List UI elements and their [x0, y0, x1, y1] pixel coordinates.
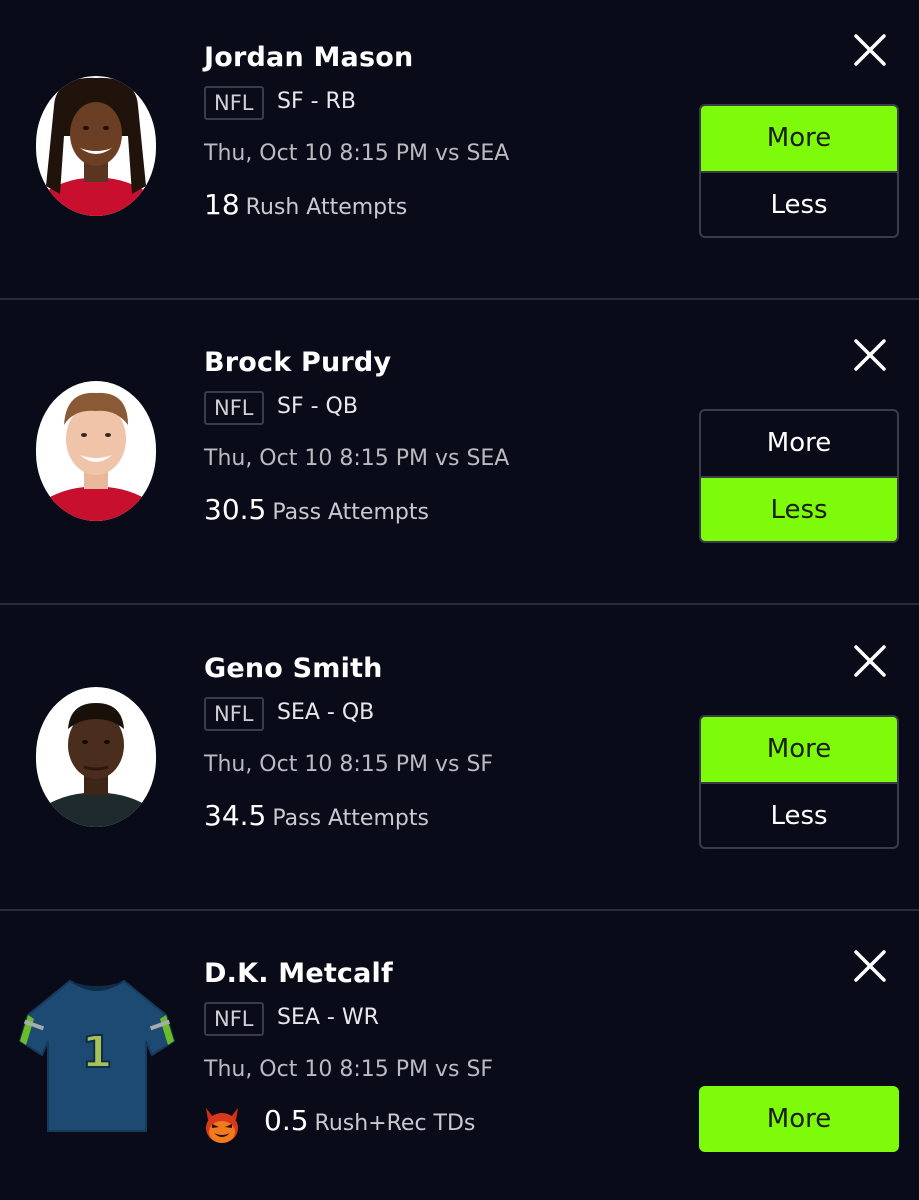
projection-line: 34.5 Pass Attempts [204, 799, 429, 832]
line-value: 34.5 [204, 799, 267, 832]
more-less-toggle: More Less [699, 715, 899, 849]
team-position: SEA - WR [277, 1005, 379, 1030]
game-time: Thu, Oct 10 8:15 PM vs SEA [204, 141, 510, 166]
close-icon[interactable] [852, 337, 888, 373]
team-position: SEA - QB [277, 700, 375, 725]
game-time: Thu, Oct 10 8:15 PM vs SF [204, 752, 494, 777]
stat-type: Rush Attempts [245, 195, 408, 220]
less-button[interactable]: Less [701, 476, 897, 541]
team-position: SF - QB [277, 394, 358, 419]
league-badge: NFL [204, 86, 264, 120]
projection-line: 0.5 Rush+Rec TDs [264, 1104, 475, 1137]
jersey-number: 1 [82, 1027, 113, 1078]
league-badge: NFL [204, 697, 264, 731]
more-less-toggle: More Less [699, 409, 899, 543]
player-name: D.K. Metcalf [204, 958, 393, 989]
league-badge: NFL [204, 1002, 264, 1036]
game-time: Thu, Oct 10 8:15 PM vs SEA [204, 446, 510, 471]
player-avatar [36, 76, 156, 216]
more-button[interactable]: More [701, 717, 897, 782]
league-badge: NFL [204, 391, 264, 425]
player-name: Brock Purdy [204, 347, 392, 378]
stat-type: Pass Attempts [272, 500, 429, 525]
pick-card: Jordan Mason NFL SF - RB Thu, Oct 10 8:1… [0, 0, 919, 300]
jersey-icon: 1 [18, 979, 176, 1132]
stat-type: Pass Attempts [272, 806, 429, 831]
demon-icon [206, 1108, 238, 1143]
player-name: Jordan Mason [204, 42, 414, 73]
player-name: Geno Smith [204, 653, 383, 684]
more-button[interactable]: More [701, 106, 897, 171]
pick-card: Brock Purdy NFL SF - QB Thu, Oct 10 8:15… [0, 305, 919, 605]
stat-type: Rush+Rec TDs [314, 1111, 476, 1136]
more-button[interactable]: More [699, 1086, 899, 1152]
close-icon[interactable] [852, 32, 888, 68]
less-button[interactable]: Less [701, 171, 897, 236]
player-avatar [36, 687, 156, 827]
pick-card: Geno Smith NFL SEA - QB Thu, Oct 10 8:15… [0, 611, 919, 911]
projection-line: 18 Rush Attempts [204, 188, 407, 221]
player-avatar [36, 381, 156, 521]
line-value: 30.5 [204, 493, 267, 526]
less-button[interactable]: Less [701, 782, 897, 847]
close-icon[interactable] [852, 643, 888, 679]
line-value: 0.5 [264, 1104, 309, 1137]
more-less-toggle: More Less [699, 104, 899, 238]
projection-line: 30.5 Pass Attempts [204, 493, 429, 526]
line-value: 18 [204, 188, 240, 221]
more-button[interactable]: More [701, 411, 897, 476]
game-time: Thu, Oct 10 8:15 PM vs SF [204, 1057, 494, 1082]
team-position: SF - RB [277, 89, 356, 114]
close-icon[interactable] [852, 948, 888, 984]
